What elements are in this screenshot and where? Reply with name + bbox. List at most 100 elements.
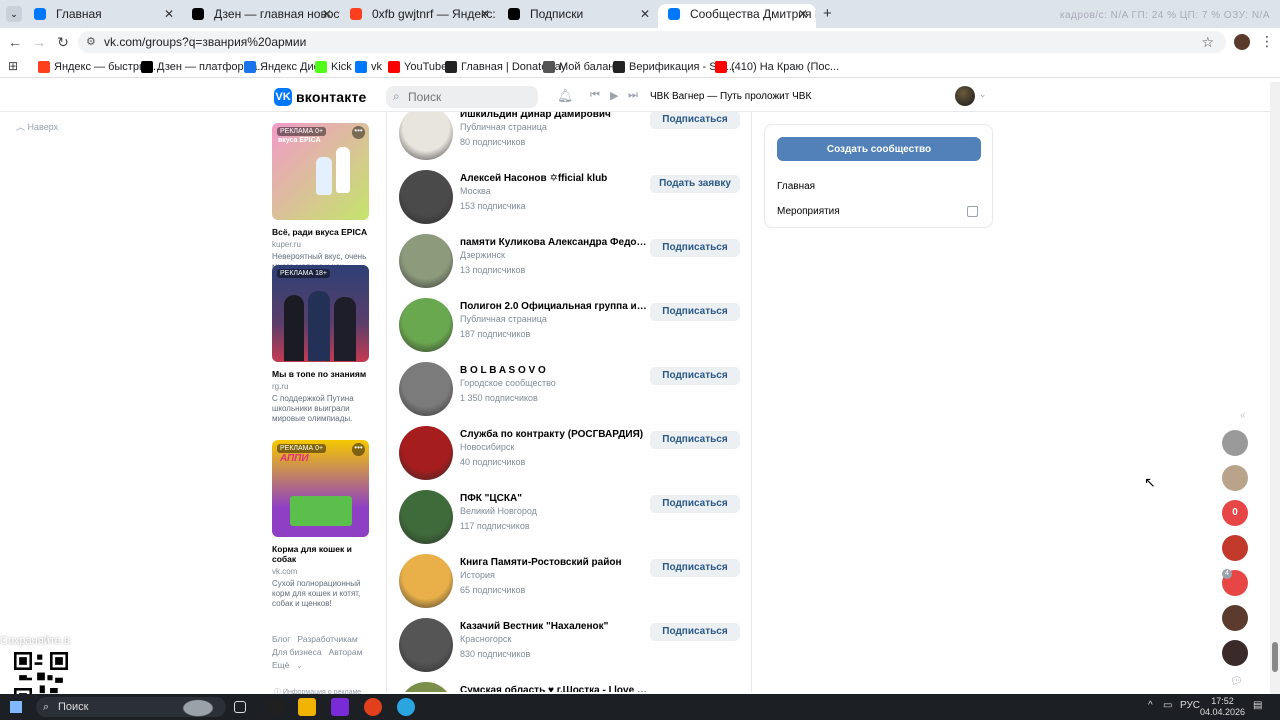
footer-link-developers[interactable]: Разработчикам [297,634,357,644]
browser-tab-0[interactable]: Главная ✕ [24,4,182,28]
ad-source[interactable]: rg.ru [272,382,369,391]
collapse-chats-icon[interactable]: « [1240,410,1246,421]
group-avatar[interactable] [399,298,453,352]
notifications-bell-icon[interactable]: 🔔︎ [557,88,574,104]
chat-avatar[interactable] [1222,640,1248,666]
group-name[interactable]: B O L B A S O V O [460,365,648,376]
now-playing-track[interactable]: ЧВК Вагнер — Путь проложит ЧВК [650,91,811,102]
subscribe-button[interactable]: Подать заявку [650,175,740,193]
bookmark-star-icon[interactable]: ☆ [1201,31,1214,53]
list-item[interactable]: Казачий Вестник "Нахаленок" Красногорск 83… [387,618,751,682]
ad-image[interactable]: РЕКЛАМА 0+ ••• АППИ [272,440,369,537]
chat-avatar[interactable] [1222,465,1248,491]
group-name[interactable]: ПФК "ЦСКА" [460,493,648,504]
list-item[interactable]: Книга Памяти-Ростовский район История 65 п… [387,554,751,618]
menu-item-events[interactable]: Мероприятия [777,206,840,217]
group-name[interactable]: Полигон 2.0 Официальная группа игры [460,301,648,312]
bookmark-item[interactable]: Яндекс Диск [244,59,324,75]
forward-icon[interactable]: → [30,33,48,51]
list-item[interactable]: Алексей Насонов ✡fficial klub Москва 153 п… [387,170,751,234]
footer-link-blog[interactable]: Блог [272,634,290,644]
next-track-icon[interactable]: ⏭ [628,89,638,102]
task-view-icon[interactable] [234,701,246,713]
tab-search-button[interactable]: ⌄ [6,6,22,22]
subscribe-button[interactable]: Подписаться [650,367,740,385]
browser-tab-4[interactable]: Сообщества Дмитрия Метода✕ [658,4,816,28]
chat-avatar[interactable] [1222,430,1248,456]
avatar[interactable] [955,86,975,106]
play-icon[interactable]: ▶ [610,89,618,102]
group-name[interactable]: Ишкильдин Динар Дамирович [460,112,648,120]
apps-grid-icon[interactable]: ⊞ [8,60,20,72]
subscribe-button[interactable]: Подписаться [650,559,740,577]
bookmark-item[interactable]: YouTube [388,59,447,75]
notifications-icon[interactable]: ▤ [1253,700,1262,711]
footer-link-more[interactable]: Ещё [272,660,289,670]
list-item[interactable]: B O L B A S O V O Городское сообщество 1 3… [387,362,751,426]
group-avatar[interactable] [399,234,453,288]
scroll-to-top-button[interactable]: ︿ Наверх [16,120,58,133]
taskbar-clock[interactable]: 17:52 04.04.2026 [1200,696,1245,718]
browser-profile-avatar[interactable] [1234,34,1250,50]
start-button[interactable] [10,701,22,713]
group-avatar[interactable] [399,170,453,224]
close-icon[interactable]: ✕ [480,4,490,24]
calendar-icon[interactable] [967,206,978,217]
keyboard-language[interactable]: РУС [1180,700,1200,711]
telegram-icon[interactable] [397,698,415,716]
list-item[interactable]: памяти Куликова Александра Федоров... Дзе… [387,234,751,298]
site-info-icon[interactable]: ⚙ [86,31,96,53]
previous-track-icon[interactable]: ⏮ [590,89,600,102]
ad-image[interactable]: РЕКЛАМА 18+ [272,265,369,362]
subscribe-button[interactable]: Подписаться [650,495,740,513]
list-item[interactable]: Ишкильдин Динар Дамирович Публичная стран… [387,112,751,170]
game-launcher-icon[interactable] [331,698,349,716]
subscribe-button[interactable]: Подписаться [650,239,740,257]
create-community-button[interactable]: Создать сообщество [777,137,981,161]
ad-source[interactable]: vk.com [272,567,369,576]
close-icon[interactable]: ✕ [164,4,174,24]
chat-bubble-icon[interactable]: 💬︎ [1230,676,1243,687]
browser-tab-2[interactable]: 0xfb gwjtnrf — Яндекс: нашло✕ [340,4,498,28]
more-options-icon[interactable]: ••• [352,126,365,139]
chevron-down-icon[interactable]: ⌄ [979,89,987,100]
subscribe-button[interactable]: Подписаться [650,431,740,449]
group-avatar[interactable] [399,112,453,160]
search-input[interactable] [386,86,538,108]
group-avatar[interactable] [399,682,453,692]
file-explorer-icon[interactable] [298,698,316,716]
obs-icon[interactable] [266,698,284,716]
chat-avatar[interactable] [1222,605,1248,631]
group-name[interactable]: памяти Куликова Александра Федоров... [460,237,648,248]
url-field[interactable]: ⚙ vk.com/groups?q=званрия%20армии ☆ [78,31,1226,53]
menu-item-main[interactable]: Главная [777,181,815,192]
back-icon[interactable]: ← [6,33,24,51]
ad-title[interactable]: Всё, ради вкуса EPICA [272,227,369,237]
new-tab-button[interactable]: + [823,5,832,22]
browser-tab-3[interactable]: Подписки ✕ [498,4,658,28]
subscribe-button[interactable]: Подписаться [650,623,740,641]
group-avatar[interactable] [399,362,453,416]
more-options-icon[interactable]: ••• [352,443,365,456]
chat-avatar[interactable] [1222,535,1248,561]
bookmark-item[interactable]: vk [355,59,382,75]
bookmark-item[interactable]: Kick [315,59,352,75]
vk-logo-icon[interactable]: VK [274,88,292,106]
group-avatar[interactable] [399,554,453,608]
footer-link-authors[interactable]: Авторам [329,647,363,657]
ad-image[interactable]: РЕКЛАМА 0+ ••• вкуса EPICA [272,123,369,220]
group-name[interactable]: Книга Памяти-Ростовский район [460,557,648,568]
chrome-icon[interactable] [364,698,382,716]
subscribe-button[interactable]: Подписаться [650,303,740,321]
group-name[interactable]: Служба по контракту (РОСГВАРДИЯ) [460,429,648,440]
list-item[interactable]: Служба по контракту (РОСГВАРДИЯ) Новосиби… [387,426,751,490]
reload-icon[interactable]: ↻ [54,33,72,51]
ad-card[interactable]: РЕКЛАМА 18+ Мы в топе по знаниям rg.ru С… [272,265,369,424]
scrollbar-thumb[interactable] [1272,642,1278,672]
ad-title[interactable]: Мы в топе по знаниям [272,369,369,379]
vk-brand-name[interactable]: вконтакте [296,89,367,105]
tray-chevron-icon[interactable]: ^ [1148,700,1153,711]
browser-menu-icon[interactable]: ⋮ [1260,33,1274,50]
bookmark-item[interactable]: Мой баланс [543,59,620,75]
group-avatar[interactable] [399,490,453,544]
